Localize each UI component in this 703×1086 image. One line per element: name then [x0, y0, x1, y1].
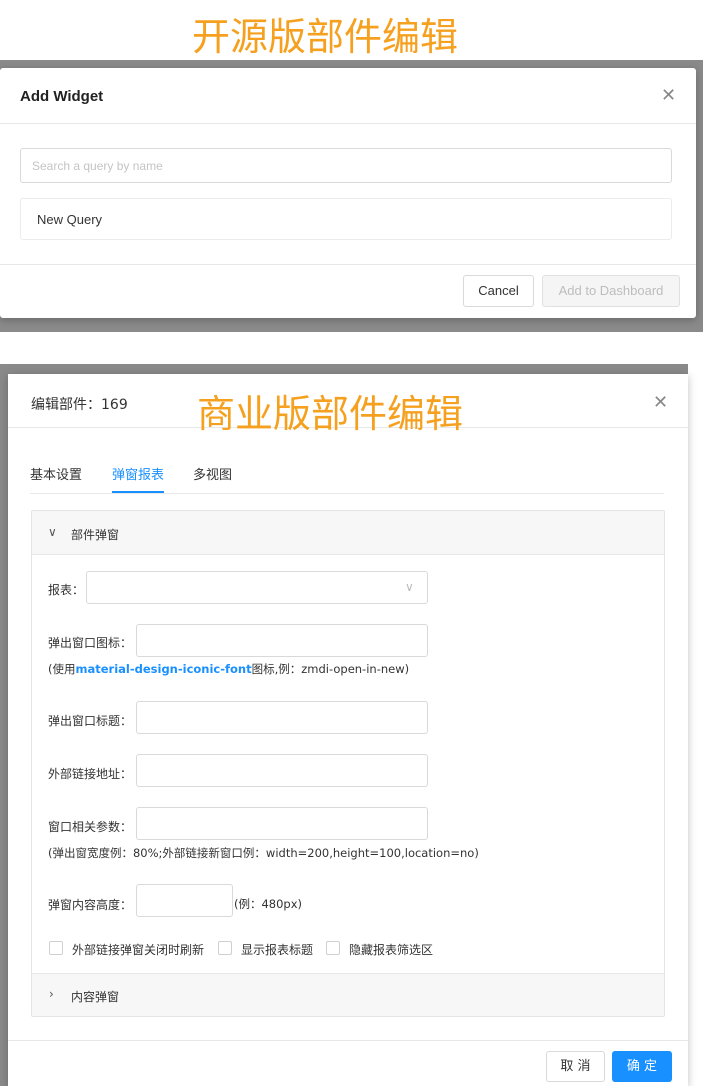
report-select[interactable]: ∨: [86, 571, 428, 604]
footer-divider: [0, 264, 696, 265]
popup-title-label: 弹出窗口标题：: [48, 714, 133, 728]
popup-icon-label: 弹出窗口图标：: [48, 636, 133, 650]
add-widget-dialog: Add Widget ✕ New Query Cancel Add to Das…: [0, 68, 696, 318]
tab-bar-line: [30, 493, 664, 494]
query-search-input[interactable]: [20, 148, 672, 183]
edit-widget-dialog: 编辑部件：169 ✕ 基本设置 弹窗报表 多视图 ∨ 部件弹窗 报表： ∨ 弹出…: [8, 374, 688, 1086]
add-to-dashboard-button[interactable]: Add to Dashboard: [542, 275, 680, 307]
tab-popup-report[interactable]: 弹窗报表: [112, 464, 164, 483]
popup-icon-hint: (使用material-design-iconic-font图标,例：zmdi-…: [48, 662, 410, 676]
close-icon[interactable]: ✕: [661, 87, 676, 105]
dialog-title: Add Widget: [20, 88, 104, 105]
tab-basic-settings[interactable]: 基本设置: [30, 464, 82, 483]
close-icon[interactable]: ✕: [653, 394, 668, 412]
collapse-container: ∨ 部件弹窗 报表： ∨ 弹出窗口图标： (使用material-design-…: [31, 510, 665, 1017]
commercial-caption: 商业版部件编辑: [197, 392, 464, 436]
tab-active-indicator: [112, 491, 164, 493]
cancel-button[interactable]: Cancel: [463, 275, 534, 307]
checkbox-label: 隐藏报表筛选区: [349, 943, 434, 957]
cancel-button[interactable]: 取 消: [546, 1051, 605, 1082]
popup-title-input[interactable]: [136, 701, 428, 734]
chevron-right-icon: ›: [49, 987, 54, 1001]
footer-divider: [8, 1040, 688, 1041]
open-source-caption: 开源版部件编辑: [192, 15, 459, 59]
header-divider: [0, 123, 696, 124]
dialog-title: 编辑部件：169: [31, 397, 128, 413]
icon-font-link[interactable]: material-design-iconic-font: [76, 662, 252, 676]
content-height-label: 弹窗内容高度：: [48, 898, 133, 912]
panel-title: 部件弹窗: [71, 528, 120, 542]
window-params-label: 窗口相关参数：: [48, 820, 133, 834]
panel-header-content[interactable]: › 内容弹窗: [32, 973, 664, 1016]
external-url-label: 外部链接地址：: [48, 767, 133, 781]
chevron-down-icon: ∨: [48, 525, 57, 539]
ok-button[interactable]: 确 定: [612, 1051, 672, 1082]
panel-header-popup[interactable]: ∨ 部件弹窗: [32, 511, 664, 555]
tab-multi-view[interactable]: 多视图: [193, 464, 232, 483]
content-height-input[interactable]: [136, 884, 233, 917]
popup-icon-input[interactable]: [136, 624, 428, 657]
chevron-down-icon: ∨: [405, 580, 414, 594]
report-label: 报表：: [48, 583, 85, 597]
checkbox-label: 外部链接弹窗关闭时刷新: [72, 943, 205, 957]
list-item[interactable]: New Query: [37, 212, 102, 227]
hide-filter-checkbox[interactable]: [326, 941, 340, 955]
window-params-hint: (弹出窗宽度例：80%;外部链接新窗口例：width=200,height=10…: [48, 846, 479, 860]
show-report-title-checkbox[interactable]: [218, 941, 232, 955]
external-url-input[interactable]: [136, 754, 428, 787]
panel-title: 内容弹窗: [71, 990, 120, 1004]
window-params-input[interactable]: [136, 807, 428, 840]
checkbox-label: 显示报表标题: [241, 943, 314, 957]
refresh-on-close-checkbox[interactable]: [49, 941, 63, 955]
query-list: New Query: [20, 198, 672, 240]
content-height-hint: (例：480px): [234, 897, 303, 911]
